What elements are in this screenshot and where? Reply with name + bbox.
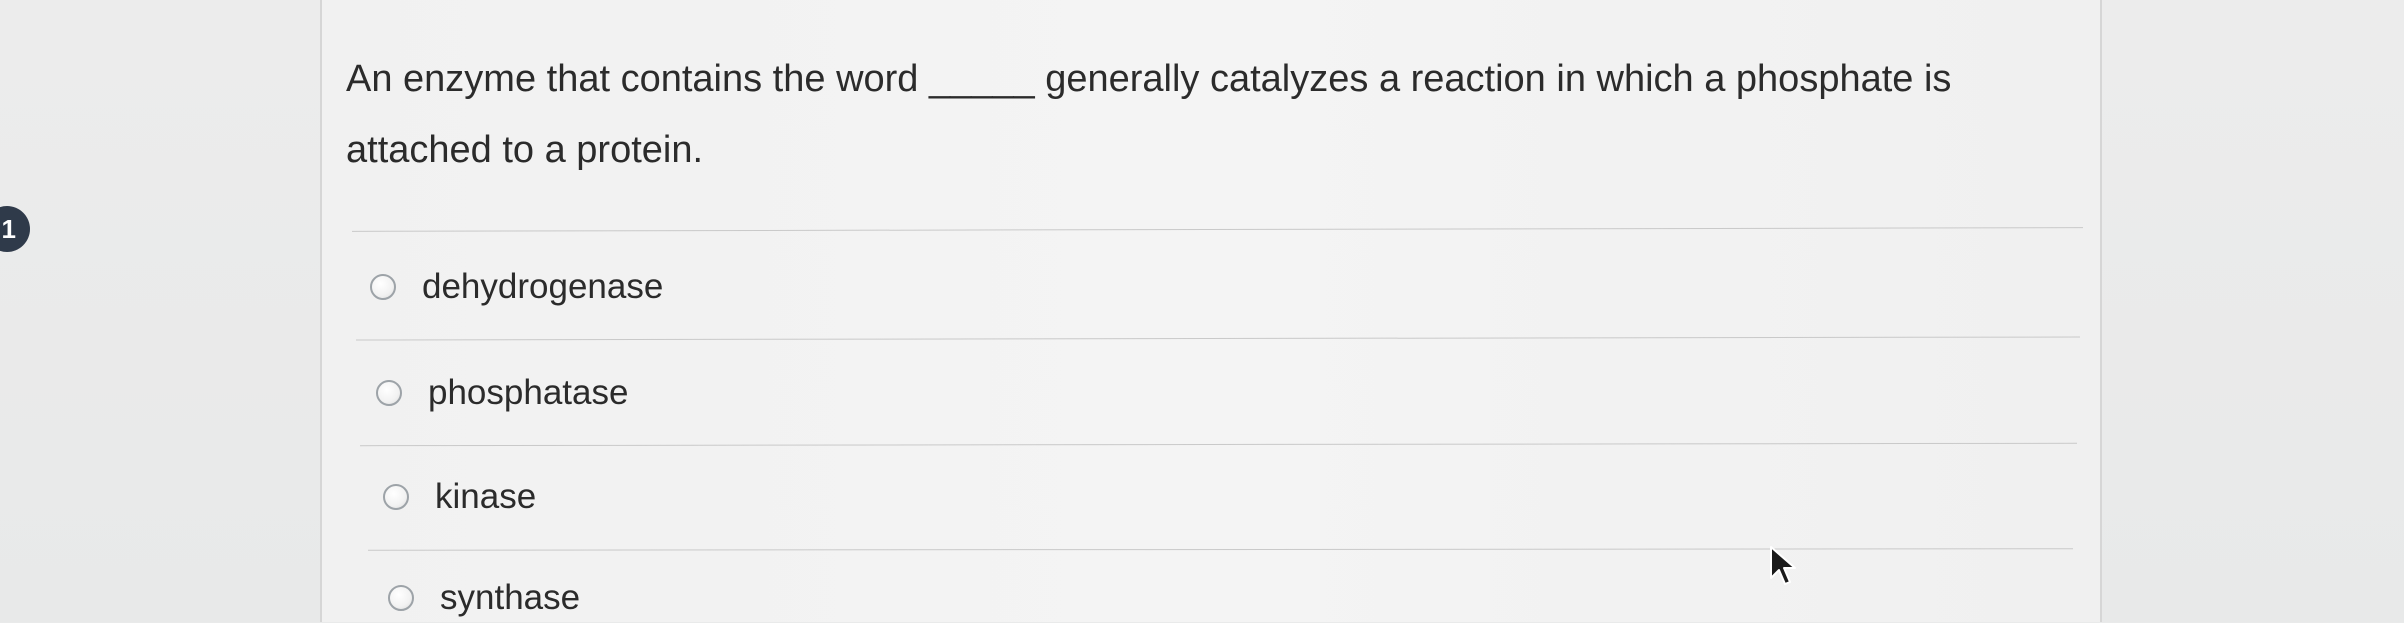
radio-button-phosphatase[interactable] bbox=[376, 380, 402, 406]
radio-button-kinase[interactable] bbox=[383, 484, 409, 510]
option-synthase[interactable]: synthase bbox=[388, 573, 580, 623]
option-label-kinase: kinase bbox=[435, 477, 537, 516]
option-kinase[interactable]: kinase bbox=[383, 472, 536, 522]
radio-button-synthase[interactable] bbox=[388, 585, 414, 611]
option-phosphatase[interactable]: phosphatase bbox=[376, 368, 628, 418]
option-label-phosphatase: phosphatase bbox=[428, 373, 629, 412]
arrow-cursor-icon bbox=[1770, 546, 1796, 585]
option-label-dehydrogenase: dehydrogenase bbox=[422, 267, 664, 306]
option-dehydrogenase[interactable]: dehydrogenase bbox=[370, 262, 663, 312]
radio-button-dehydrogenase[interactable] bbox=[370, 274, 396, 300]
option-label-synthase: synthase bbox=[440, 578, 581, 617]
question-text: An enzyme that contains the word _____ g… bbox=[346, 58, 1952, 171]
